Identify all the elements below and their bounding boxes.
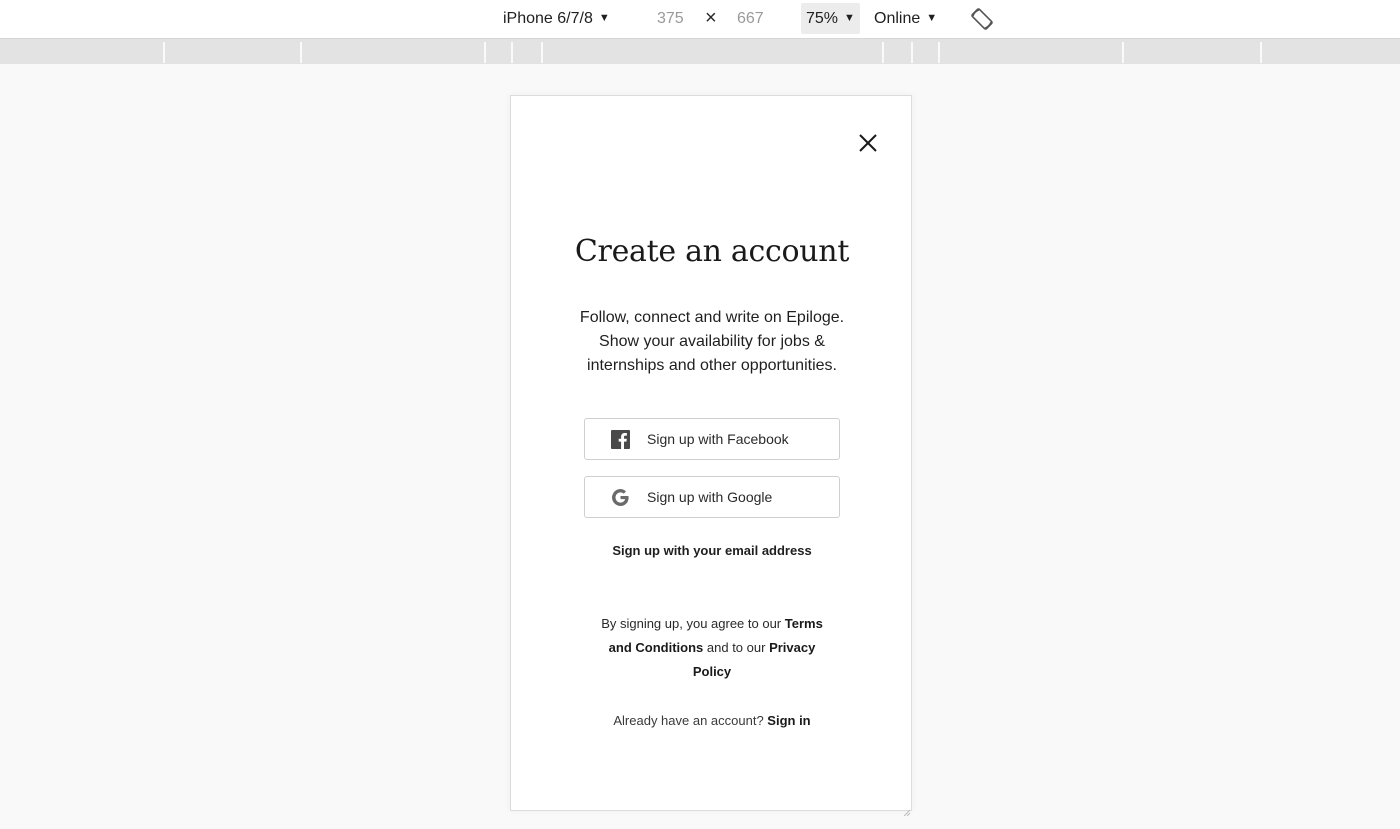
zoom-select-label: 75% bbox=[806, 10, 839, 27]
signin-link[interactable]: Sign in bbox=[767, 713, 810, 728]
dimension-separator: × bbox=[705, 7, 717, 29]
google-signup-label: Sign up with Google bbox=[647, 489, 773, 505]
close-icon[interactable] bbox=[855, 130, 881, 156]
email-signup-link[interactable]: Sign up with your email address bbox=[511, 543, 913, 558]
media-query-divider bbox=[1260, 42, 1262, 63]
legal-notice: By signing up, you agree to our Terms an… bbox=[591, 612, 833, 684]
media-query-divider bbox=[882, 42, 884, 63]
zoom-select[interactable]: 75% ▼ bbox=[801, 3, 860, 34]
media-query-divider bbox=[911, 42, 913, 63]
device-toolbar: iPhone 6/7/8 ▼ 375 × 667 75% ▼ Online ▼ bbox=[0, 0, 1400, 39]
legal-middle: and to our bbox=[703, 640, 770, 655]
google-icon bbox=[611, 488, 630, 507]
media-query-divider bbox=[1122, 42, 1124, 63]
google-signup-button[interactable]: Sign up with Google bbox=[584, 476, 840, 518]
device-select-label: iPhone 6/7/8 bbox=[503, 10, 593, 27]
facebook-signup-button[interactable]: Sign up with Facebook bbox=[584, 418, 840, 460]
viewport-width-input[interactable]: 375 bbox=[657, 8, 684, 32]
page-title: Create an account bbox=[574, 234, 850, 269]
chevron-down-icon: ▼ bbox=[926, 12, 938, 24]
rotate-icon[interactable] bbox=[970, 7, 994, 31]
viewport-height-input[interactable]: 667 bbox=[737, 8, 764, 32]
media-query-bar[interactable] bbox=[0, 39, 1400, 64]
media-query-divider bbox=[484, 42, 486, 63]
facebook-signup-label: Sign up with Facebook bbox=[647, 431, 789, 447]
media-query-divider bbox=[511, 42, 513, 63]
network-throttle-label: Online bbox=[874, 10, 921, 27]
resize-handle[interactable] bbox=[903, 803, 911, 817]
media-query-divider bbox=[541, 42, 543, 63]
chevron-down-icon: ▼ bbox=[844, 12, 855, 24]
legal-prefix: By signing up, you agree to our bbox=[601, 616, 785, 631]
device-viewport: Create an account Follow, connect and wr… bbox=[510, 95, 913, 817]
chevron-down-icon: ▼ bbox=[598, 12, 610, 24]
media-query-divider bbox=[938, 42, 940, 63]
facebook-icon bbox=[611, 430, 630, 449]
network-throttle-select[interactable]: Online ▼ bbox=[874, 8, 937, 32]
signin-row: Already have an account? Sign in bbox=[511, 713, 913, 728]
page-subtitle: Follow, connect and write on Epiloge. Sh… bbox=[579, 309, 845, 374]
media-query-divider bbox=[163, 42, 165, 63]
device-select[interactable]: iPhone 6/7/8 ▼ bbox=[503, 8, 610, 32]
signin-prompt: Already have an account? bbox=[613, 713, 768, 728]
media-query-divider bbox=[300, 42, 302, 63]
